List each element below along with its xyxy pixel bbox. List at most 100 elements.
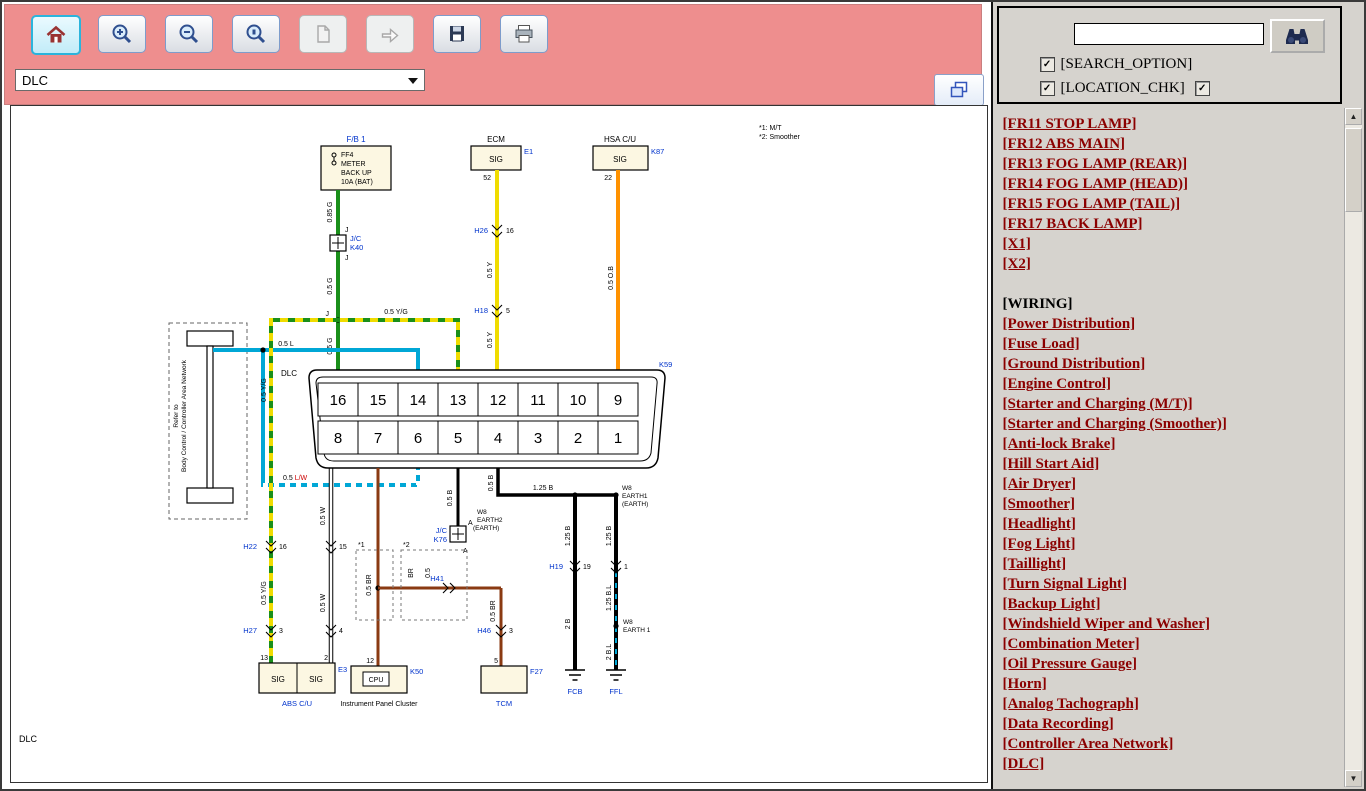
- list-item-link[interactable]: [Oil Pressure Gauge]: [1003, 654, 1343, 674]
- list-item-link[interactable]: [Power Distribution]: [1003, 314, 1343, 334]
- note-2: *2: Smoother: [759, 134, 801, 141]
- scrollbar[interactable]: ▲ ▼: [1344, 108, 1362, 787]
- scroll-down-button[interactable]: ▼: [1345, 770, 1362, 787]
- list-item-link[interactable]: [FR11 STOP LAMP]: [1003, 114, 1343, 134]
- dlc-pin-10: 10: [570, 392, 587, 409]
- zoom-actual-button[interactable]: [232, 15, 280, 53]
- list-item-link[interactable]: [Starter and Charging (M/T)]: [1003, 394, 1343, 414]
- ecm-label: ECM: [487, 135, 505, 144]
- dlc-pin-15: 15: [370, 392, 387, 409]
- connector-h18-pin: 5: [506, 308, 510, 315]
- list-item-link[interactable]: [FR12 ABS MAIN]: [1003, 134, 1343, 154]
- list-item-link[interactable]: [Taillight]: [1003, 554, 1343, 574]
- search-input[interactable]: [1074, 23, 1264, 45]
- fuse-box: F/B 1 FF4 METER BACK UP 10A (BAT): [321, 135, 391, 190]
- scroll-thumb[interactable]: [1345, 128, 1362, 212]
- earth2-label: EARTH2: [477, 517, 503, 524]
- wire-label: BR: [408, 568, 415, 578]
- zoom-in-icon: [110, 22, 134, 46]
- list-item-link[interactable]: [Controller Area Network]: [1003, 734, 1343, 754]
- forward-arrow-icon: [378, 22, 402, 46]
- connector-h18: H18: [474, 306, 488, 315]
- wire-label-stripe: L/W: [295, 475, 308, 482]
- diagram-selector[interactable]: DLC: [15, 69, 425, 91]
- list-item-link[interactable]: [X1]: [1003, 234, 1343, 254]
- list-item-link[interactable]: [Windshield Wiper and Washer]: [1003, 614, 1343, 634]
- dlc-pin-14: 14: [410, 392, 427, 409]
- wire-label: 0.5 Y/G: [261, 581, 268, 605]
- wire-label: 0.5 L: [278, 341, 294, 348]
- list-item-link[interactable]: [Horn]: [1003, 674, 1343, 694]
- wire-label: 0.5 BR: [366, 574, 373, 595]
- hsa-box: HSA C/U K87 SIG 22: [593, 135, 664, 182]
- search-button[interactable]: [1270, 19, 1325, 53]
- list-item-link[interactable]: [Data Recording]: [1003, 714, 1343, 734]
- list-item-link[interactable]: [Fog Light]: [1003, 534, 1343, 554]
- refer-box: Refer to Body Control / Controller Area …: [169, 323, 247, 519]
- fuse-box-label: F/B 1: [346, 135, 366, 144]
- list-item-link[interactable]: [FR15 FOG LAMP (TAIL)]: [1003, 194, 1343, 214]
- dlc-pin-1: 1: [614, 430, 622, 447]
- toolbar: DLC: [4, 4, 982, 105]
- print-button[interactable]: [500, 15, 548, 53]
- fuse-name: FF4: [341, 152, 354, 159]
- dlc-pins-top: 16 15 14 13 12 11 10 9: [318, 383, 638, 416]
- connector-h26-pin: 16: [506, 228, 514, 235]
- list-item-link[interactable]: [Backup Light]: [1003, 594, 1343, 614]
- earth2-label: (EARTH): [473, 525, 499, 532]
- dlc-pin-9: 9: [614, 392, 622, 409]
- page-button[interactable]: [299, 15, 347, 53]
- zoom-in-button[interactable]: [98, 15, 146, 53]
- list-item-link[interactable]: [FR13 FOG LAMP (REAR)]: [1003, 154, 1343, 174]
- list-item-link[interactable]: [Fuse Load]: [1003, 334, 1343, 354]
- wire-label: 2 B.L: [606, 644, 613, 660]
- location-chk-checkbox[interactable]: ✓: [1040, 81, 1055, 96]
- list-item-link[interactable]: [Smoother]: [1003, 494, 1343, 514]
- app-window: DLC *1: M/T *2: Smoother F/B: [0, 0, 1366, 791]
- search-option-checkbox[interactable]: ✓: [1040, 57, 1055, 72]
- floppy-disk-icon: [445, 22, 469, 46]
- list-item-link[interactable]: [Hill Start Aid]: [1003, 454, 1343, 474]
- diagram-notes: *1: M/T *2: Smoother: [759, 125, 801, 141]
- list-item-link[interactable]: [Analog Tachograph]: [1003, 694, 1343, 714]
- connector-h46: H46: [477, 626, 491, 635]
- ecm-connector-id: E1: [524, 147, 533, 156]
- save-button[interactable]: [433, 15, 481, 53]
- open-window-button[interactable]: [934, 74, 984, 106]
- wire-label: 0.5 O.B: [608, 266, 615, 290]
- dlc-pins-bottom: 8 7 6 5 4 3 2 1: [318, 421, 638, 454]
- list-item-link[interactable]: [Turn Signal Light]: [1003, 574, 1343, 594]
- forward-button[interactable]: [366, 15, 414, 53]
- connector-h19-pin: 19: [583, 564, 591, 571]
- list-item-link[interactable]: [Headlight]: [1003, 514, 1343, 534]
- diagram-selector-value: DLC: [22, 73, 48, 88]
- scroll-up-button[interactable]: ▲: [1345, 108, 1362, 125]
- list-item-link[interactable]: [Starter and Charging (Smoother)]: [1003, 414, 1343, 434]
- fuse-line3: BACK UP: [341, 170, 372, 177]
- list-item-link[interactable]: [Combination Meter]: [1003, 634, 1343, 654]
- location-chk-checkbox-2[interactable]: ✓: [1195, 81, 1210, 96]
- list-item-link[interactable]: [FR14 FOG LAMP (HEAD)]: [1003, 174, 1343, 194]
- search-option-label: [SEARCH_OPTION]: [1061, 56, 1193, 73]
- wire-label: 0.5 Y: [487, 332, 494, 349]
- list-item-link[interactable]: [Anti-lock Brake]: [1003, 434, 1343, 454]
- ipc-connector-id: K50: [410, 667, 423, 676]
- list-item-link[interactable]: [Ground Distribution]: [1003, 354, 1343, 374]
- home-button[interactable]: [31, 15, 81, 55]
- zoom-out-button[interactable]: [165, 15, 213, 53]
- joint-label: J: [326, 311, 330, 318]
- list-item-link[interactable]: [X2]: [1003, 254, 1343, 274]
- ground-ffl: FFL: [609, 687, 622, 696]
- list-item-link[interactable]: [DLC]: [1003, 754, 1343, 774]
- tcm-pin: 5: [494, 658, 498, 665]
- connector-h27-pin: 3: [279, 628, 283, 635]
- connector-pin: 1: [624, 564, 628, 571]
- hsa-connector-id: K87: [651, 147, 664, 156]
- list-item-link[interactable]: [Air Dryer]: [1003, 474, 1343, 494]
- list-item-link[interactable]: [FR17 BACK LAMP]: [1003, 214, 1343, 234]
- diagram-pane: DLC *1: M/T *2: Smoother F/B: [2, 2, 991, 789]
- list-item-link[interactable]: [Engine Control]: [1003, 374, 1343, 394]
- dlc-pin-12: 12: [490, 392, 507, 409]
- connector-h27-pin2: 4: [339, 628, 343, 635]
- dlc-pin-7: 7: [374, 430, 382, 447]
